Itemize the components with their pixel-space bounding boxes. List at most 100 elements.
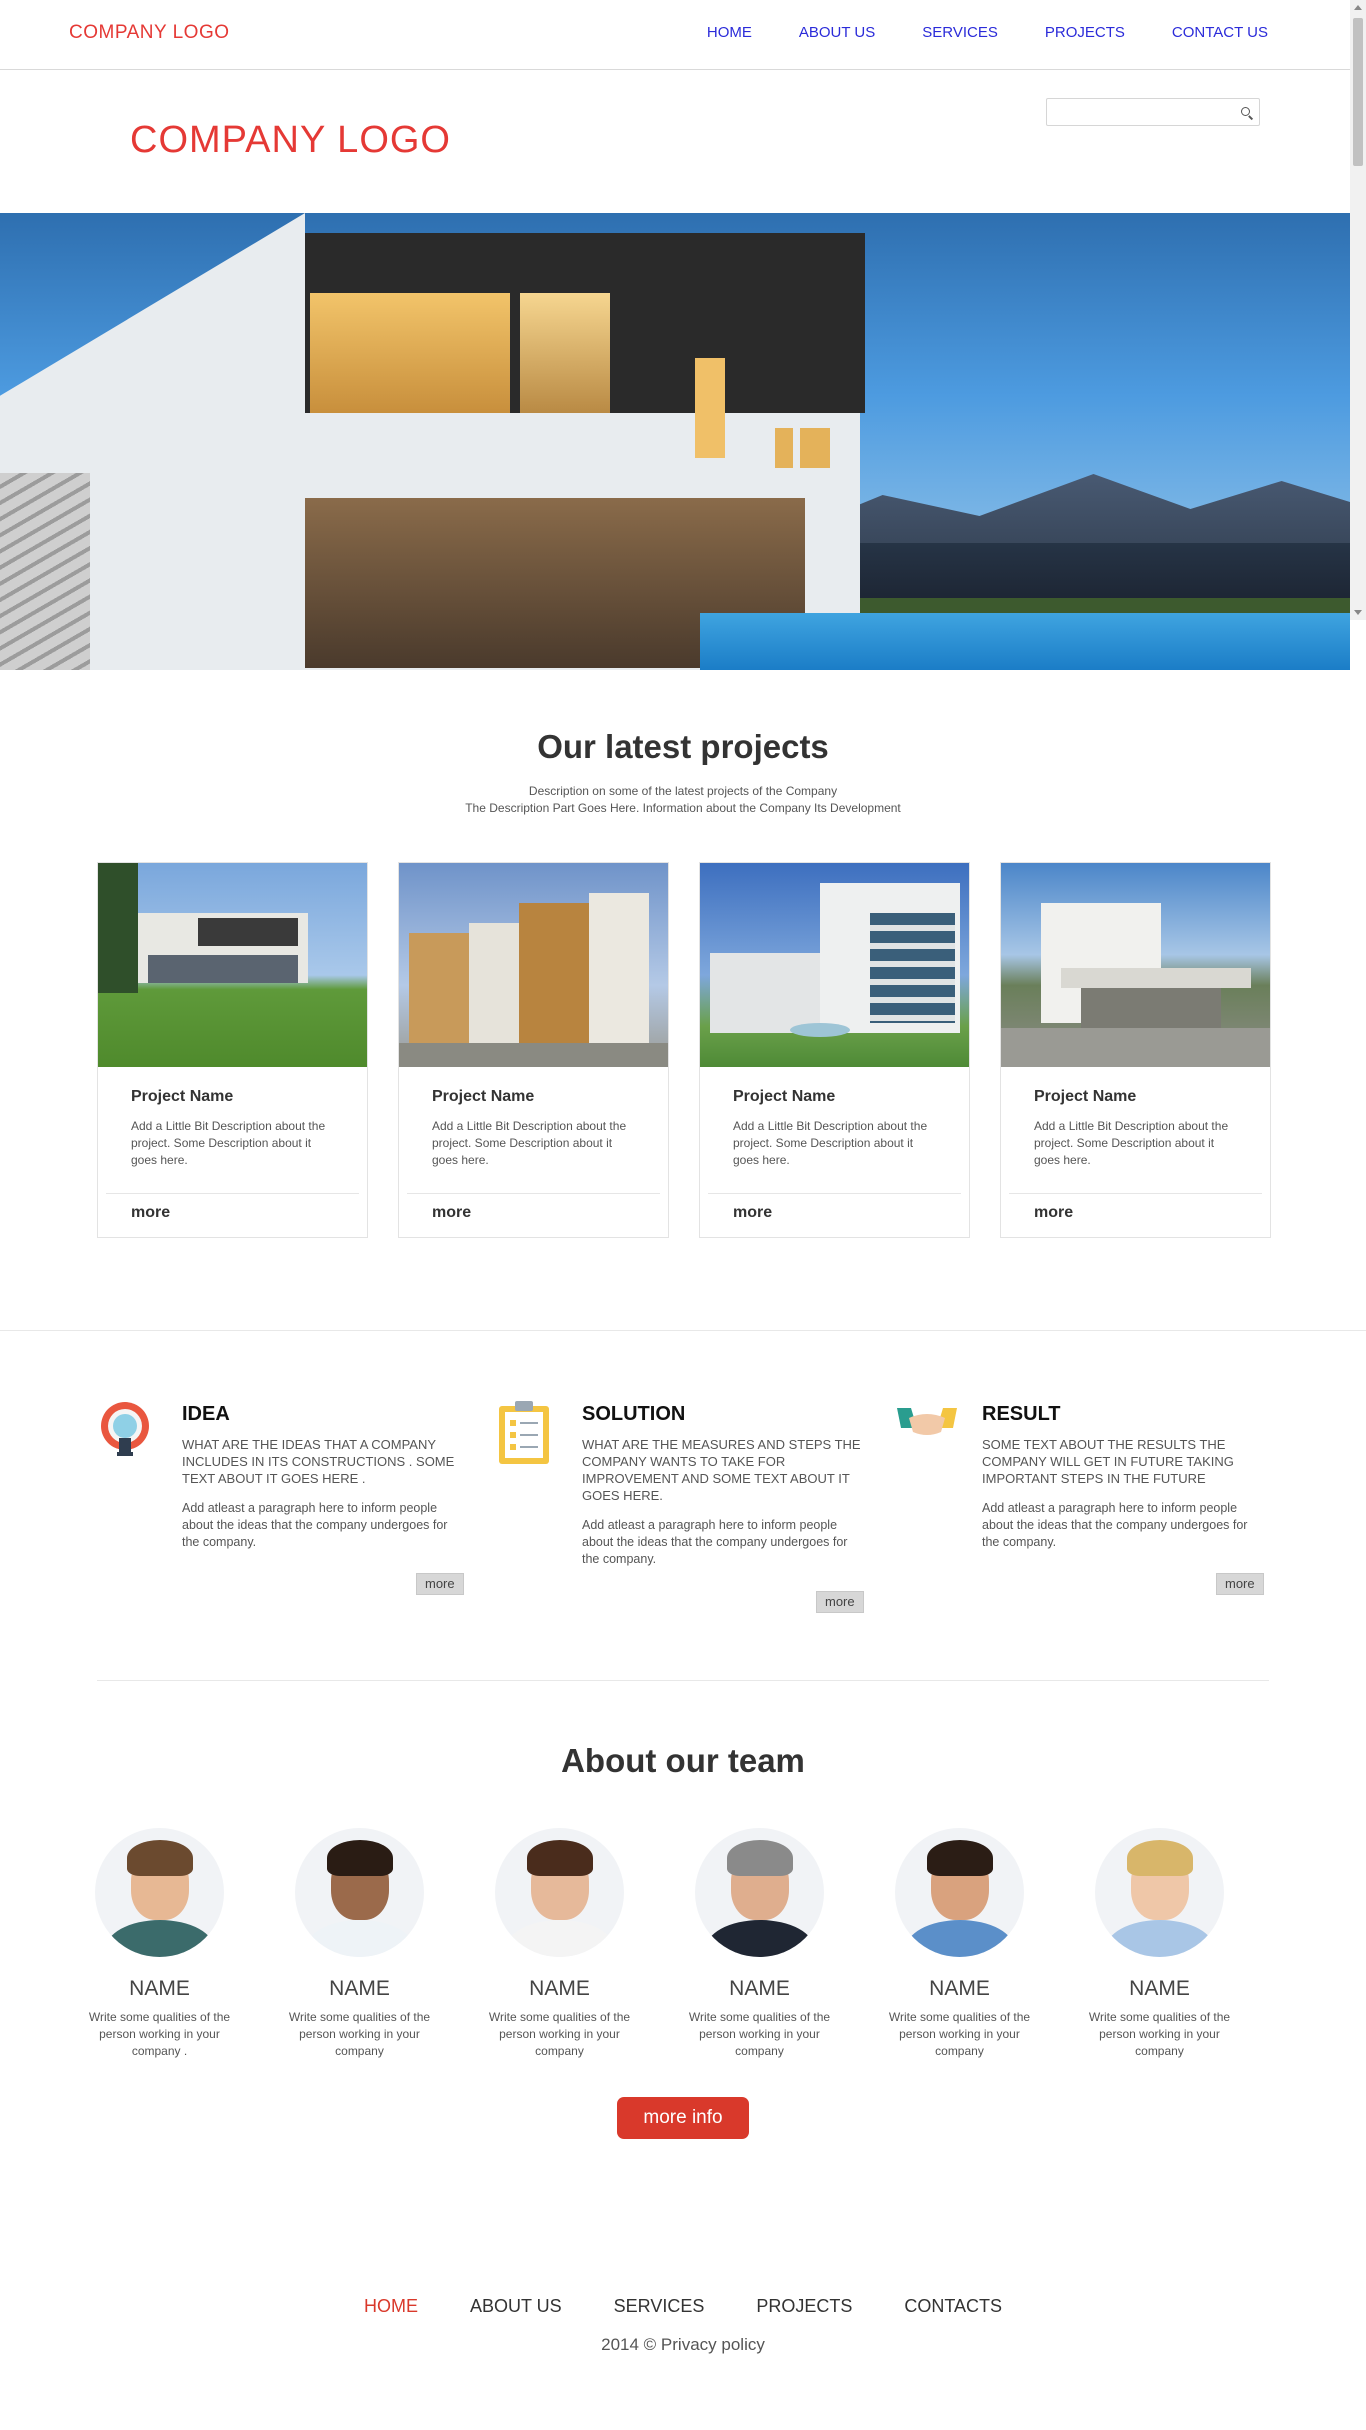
project-description: Add a Little Bit Description about the p…: [131, 1119, 326, 1167]
section-divider: [0, 1330, 1366, 1331]
top-navbar: COMPANY LOGO HOME ABOUT US SERVICES PROJ…: [0, 0, 1350, 70]
hero-window: [800, 428, 830, 468]
project-name: Project Name: [432, 1088, 535, 1105]
project-card: Project Name Add a Little Bit Descriptio…: [699, 862, 970, 1238]
project-description: Add a Little Bit Description about the p…: [1034, 1119, 1229, 1167]
company-logo[interactable]: COMPANY LOGO: [130, 119, 451, 162]
clipboard-icon: [499, 1401, 549, 1464]
project-card: Project Name Add a Little Bit Descriptio…: [398, 862, 669, 1238]
feature-title: RESULT: [982, 1403, 1061, 1425]
copyright-text[interactable]: 2014 © Privacy policy: [0, 2335, 1366, 2355]
lightbulb-icon: [101, 1402, 149, 1456]
projects-description-line: Description on some of the latest projec…: [528, 784, 838, 798]
avatar[interactable]: [295, 1828, 424, 1957]
page-scrollbar[interactable]: [1350, 0, 1366, 620]
project-card: Project Name Add a Little Bit Descriptio…: [97, 862, 368, 1238]
search-input[interactable]: [1047, 99, 1227, 125]
search-box: [1046, 98, 1260, 126]
feature-more-button[interactable]: more: [416, 1573, 464, 1595]
project-image[interactable]: [700, 863, 969, 1067]
hero-window: [520, 293, 610, 413]
member-name: NAME: [1129, 1977, 1190, 2000]
footer-link-contacts[interactable]: CONTACTS: [904, 2296, 1002, 2317]
project-description: Add a Little Bit Description about the p…: [432, 1119, 627, 1167]
hero-pool: [700, 613, 1350, 670]
member-description: Write some qualities of the person worki…: [1088, 2010, 1231, 2058]
project-more-link[interactable]: more: [1034, 1204, 1073, 1222]
projects-section-title: Our latest projects: [537, 728, 829, 765]
section-divider: [97, 1680, 1269, 1681]
feature-subtitle: WHAT ARE THE MEASURES AND STEPS THE COMP…: [582, 1437, 861, 1503]
site-header: COMPANY LOGO: [0, 71, 1350, 213]
search-icon[interactable]: [1241, 107, 1250, 116]
footer-link-about-us[interactable]: ABOUT US: [470, 2296, 562, 2317]
hero-window: [695, 358, 725, 458]
team-member: NAME Write some qualities of the person …: [689, 1828, 830, 2060]
card-divider: [708, 1193, 961, 1194]
feature-more-button[interactable]: more: [816, 1591, 864, 1613]
project-description: Add a Little Bit Description about the p…: [733, 1119, 928, 1167]
avatar[interactable]: [695, 1828, 824, 1957]
handshake-icon: [897, 1408, 957, 1435]
team-members: NAME Write some qualities of the person …: [89, 1828, 1230, 2060]
avatar[interactable]: [495, 1828, 624, 1957]
nav-link-services[interactable]: SERVICES: [922, 24, 998, 41]
feature-paragraph: Add atleast a paragraph here to inform p…: [182, 1501, 448, 1549]
feature-paragraph: Add atleast a paragraph here to inform p…: [582, 1518, 848, 1566]
feature-paragraph: Add atleast a paragraph here to inform p…: [982, 1501, 1248, 1549]
avatar[interactable]: [895, 1828, 1024, 1957]
member-description: Write some qualities of the person worki…: [688, 2010, 831, 2058]
card-divider: [407, 1193, 660, 1194]
project-cards: Project Name Add a Little Bit Descriptio…: [97, 862, 1271, 1238]
team-member: NAME Write some qualities of the person …: [889, 1828, 1030, 2060]
nav-link-home[interactable]: HOME: [707, 24, 752, 41]
project-image[interactable]: [399, 863, 668, 1067]
top-nav: HOME ABOUT US SERVICES PROJECTS CONTACT …: [707, 24, 1268, 41]
project-image[interactable]: [1001, 863, 1270, 1067]
feature-title: SOLUTION: [582, 1403, 686, 1425]
team-member: NAME Write some qualities of the person …: [489, 1828, 630, 2060]
team-section-title: About our team: [561, 1742, 805, 1779]
project-name: Project Name: [131, 1088, 234, 1105]
project-more-link[interactable]: more: [131, 1204, 170, 1222]
project-image[interactable]: [98, 863, 367, 1067]
team-member: NAME Write some qualities of the person …: [289, 1828, 430, 2060]
scroll-down-arrow-icon[interactable]: [1354, 610, 1362, 615]
member-name: NAME: [129, 1977, 190, 2000]
nav-link-about-us[interactable]: ABOUT US: [799, 24, 875, 41]
footer-link-services[interactable]: SERVICES: [614, 2296, 705, 2317]
footer-link-home[interactable]: HOME: [364, 2296, 418, 2317]
project-name: Project Name: [733, 1088, 836, 1105]
footer-nav: HOME ABOUT US SERVICES PROJECTS CONTACTS: [0, 2296, 1366, 2317]
avatar[interactable]: [1095, 1828, 1224, 1957]
member-name: NAME: [529, 1977, 590, 2000]
feature-subtitle: WHAT ARE THE IDEAS THAT A COMPANY INCLUD…: [182, 1437, 455, 1486]
more-info-button[interactable]: more info: [617, 2097, 749, 2139]
footer-link-projects[interactable]: PROJECTS: [756, 2296, 852, 2317]
member-description: Write some qualities of the person worki…: [888, 2010, 1031, 2058]
company-logo-small[interactable]: COMPANY LOGO: [69, 22, 230, 44]
project-more-link[interactable]: more: [733, 1204, 772, 1222]
member-name: NAME: [329, 1977, 390, 2000]
nav-link-projects[interactable]: PROJECTS: [1045, 24, 1125, 41]
hero-banner-image: [0, 213, 1350, 670]
card-divider: [1009, 1193, 1262, 1194]
hero-window: [775, 428, 793, 468]
project-more-link[interactable]: more: [432, 1204, 471, 1222]
projects-description: Description on some of the latest projec…: [0, 783, 1366, 817]
hero-city-lights: [780, 543, 1350, 603]
nav-link-contact-us[interactable]: CONTACT US: [1172, 24, 1268, 41]
team-member: NAME Write some qualities of the person …: [1089, 1828, 1230, 2060]
feature-more-button[interactable]: more: [1216, 1573, 1264, 1595]
scroll-up-arrow-icon[interactable]: [1354, 5, 1362, 10]
hero-window: [310, 293, 510, 413]
project-name: Project Name: [1034, 1088, 1137, 1105]
projects-description-line: The Description Part Goes Here. Informat…: [465, 801, 901, 815]
member-description: Write some qualities of the person worki…: [288, 2010, 431, 2058]
avatar[interactable]: [95, 1828, 224, 1957]
member-name: NAME: [729, 1977, 790, 2000]
hero-stairs: [0, 473, 90, 670]
card-divider: [106, 1193, 359, 1194]
scrollbar-thumb[interactable]: [1353, 18, 1363, 166]
project-card: Project Name Add a Little Bit Descriptio…: [1000, 862, 1271, 1238]
